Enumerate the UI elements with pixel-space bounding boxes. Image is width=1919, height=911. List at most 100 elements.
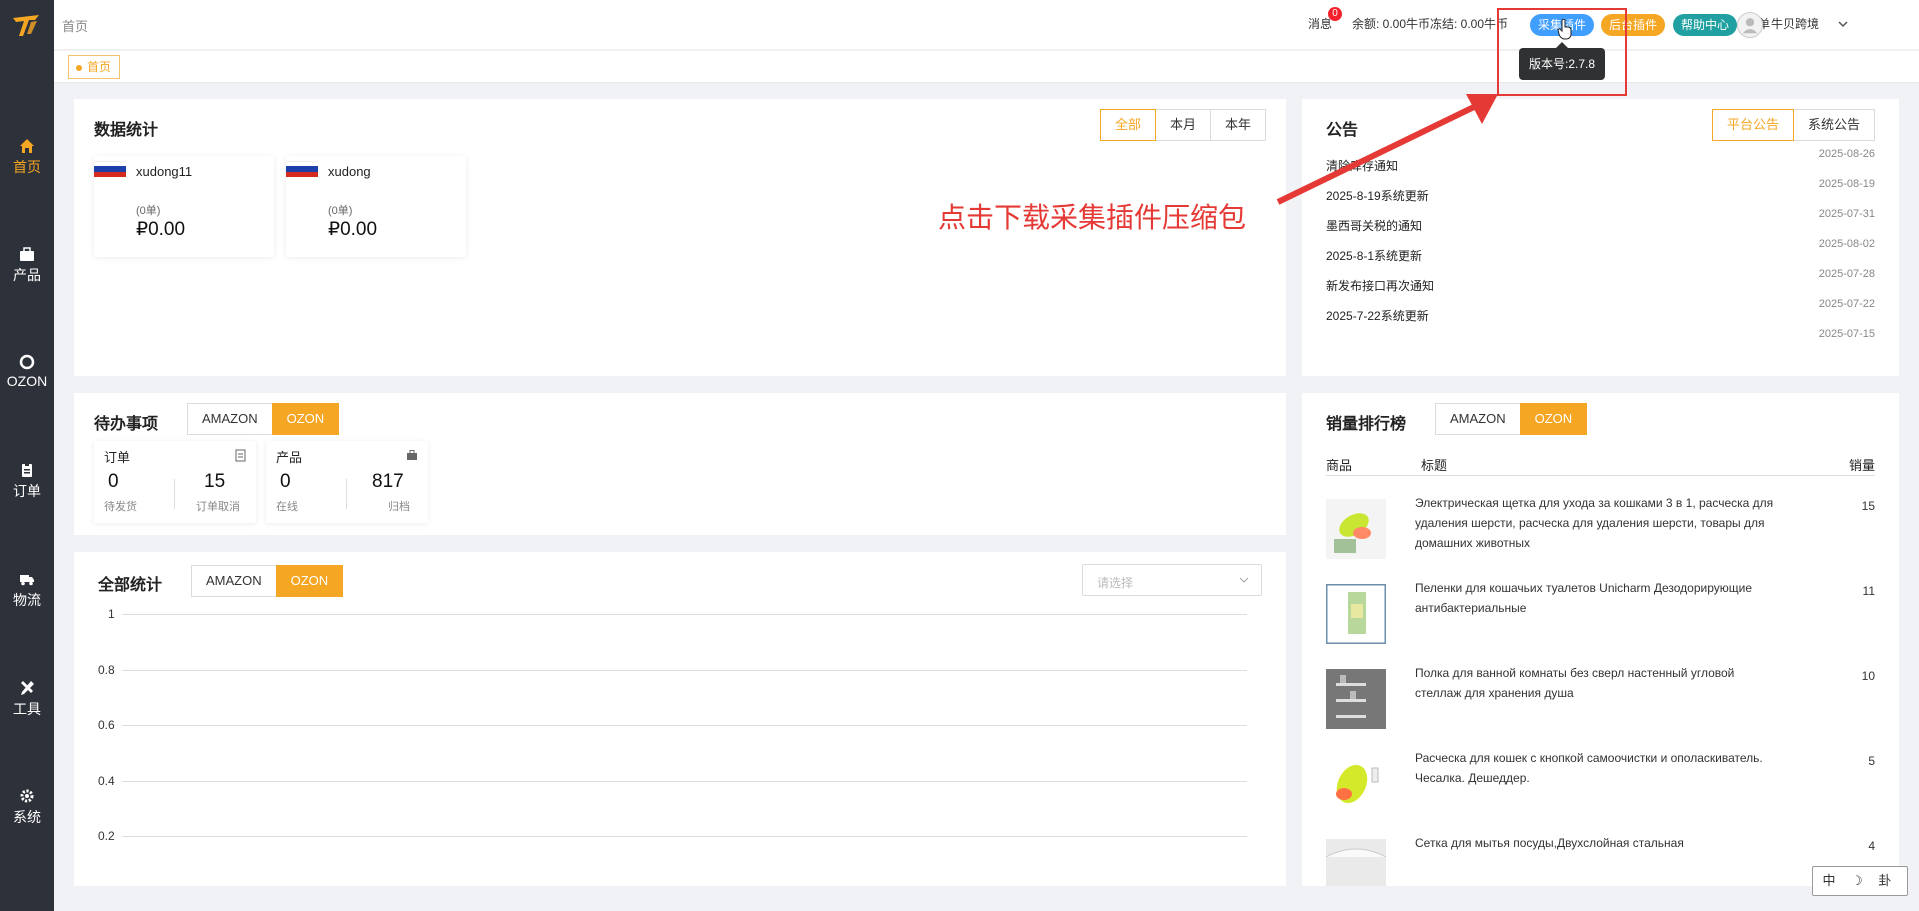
ozon-icon	[19, 354, 35, 370]
tab-amazon[interactable]: AMAZON	[187, 403, 273, 435]
shop-order-count: (0单)	[328, 205, 353, 217]
clipboard-icon	[22, 463, 32, 477]
all-stats-title: 全部统计	[98, 577, 163, 594]
y-tick-label: 1	[108, 607, 115, 621]
briefcase-icon	[20, 247, 34, 261]
product-title[interactable]: Расческа для кошек с кнопкой самоочистки…	[1415, 748, 1775, 788]
shelf-image-icon	[1326, 669, 1386, 729]
sidebar-item-order[interactable]: 订单	[0, 462, 54, 501]
todo-label: 待发货	[104, 501, 137, 513]
russia-flag-icon	[94, 161, 126, 177]
annotation-text: 点击下载采集插件压缩包	[938, 202, 1247, 233]
ime-toolbar[interactable]: 中 ☽ 卦	[1812, 866, 1908, 896]
notice-item[interactable]: 墨西哥关税的通知	[1326, 217, 1422, 234]
shop-card[interactable]: xudong (0单) ₽0.00	[286, 156, 466, 257]
todo-value: 15	[204, 471, 226, 492]
filter-year[interactable]: 本年	[1209, 109, 1266, 141]
mesh-image-icon	[1326, 839, 1386, 886]
notice-item[interactable]: 2025-8-1系统更新	[1326, 247, 1422, 264]
sidebar-item-product[interactable]: 产品	[0, 246, 54, 285]
russia-flag-icon	[286, 161, 318, 177]
user-name[interactable]: 牛贝跨境	[1771, 15, 1819, 32]
table-row[interactable]: Пеленки для кошачьих туалетов Unicharm Д…	[1302, 581, 1899, 654]
sidebar-item-label: 系统	[13, 809, 41, 825]
tab-ozon[interactable]: OZON	[1519, 403, 1588, 435]
y-tick-label: 0.2	[98, 829, 115, 843]
product-title[interactable]: Сетка для мытья посуды,Двухслойная сталь…	[1415, 833, 1775, 853]
todo-card-title: 订单	[104, 450, 131, 465]
sidebar-item-label: 首页	[13, 159, 41, 175]
shop-order-count: (0单)	[136, 205, 161, 217]
tab-amazon[interactable]: AMAZON	[191, 565, 277, 597]
brush-image-icon	[1326, 499, 1386, 559]
product-thumbnail[interactable]	[1326, 754, 1386, 814]
stats-title: 数据统计	[94, 122, 159, 139]
product-thumbnail[interactable]	[1326, 499, 1386, 559]
y-tick-label: 0.8	[98, 662, 115, 677]
table-row[interactable]: Расческа для кошек с кнопкой самоочистки…	[1302, 751, 1899, 824]
notice-item[interactable]: 新发布接口再次通知	[1326, 277, 1434, 294]
breadcrumb[interactable]: 首页	[62, 16, 88, 35]
gridline	[122, 780, 1247, 782]
shop-amount: ₽0.00	[328, 219, 378, 240]
todo-card-products[interactable]: 产品 0 在线 817 归档	[266, 441, 428, 523]
divider	[174, 479, 175, 509]
product-thumbnail[interactable]	[1326, 839, 1386, 886]
document-icon	[235, 449, 246, 462]
ranking-panel: 销量排行榜 AMAZON OZON 商品 标题 销量 Электрическая…	[1302, 393, 1899, 886]
sidebar-item-home[interactable]: 首页	[0, 138, 54, 177]
notice-date: 2025-07-28	[1818, 268, 1875, 280]
todo-value: 817	[372, 471, 404, 492]
chevron-down-icon[interactable]	[1838, 20, 1848, 28]
avatar[interactable]	[1737, 12, 1763, 38]
filter-month[interactable]: 本月	[1154, 109, 1211, 141]
sidebar-item-ozon[interactable]: OZON	[0, 354, 54, 389]
chevron-down-icon	[1239, 577, 1249, 583]
sidebar-item-tools[interactable]: 工具	[0, 680, 54, 719]
column-header-title: 标题	[1421, 458, 1448, 473]
shop-name: xudong11	[136, 164, 193, 179]
notice-date: 2025-08-02	[1818, 238, 1875, 250]
todo-card-orders[interactable]: 订单 0 待发货 15 订单取消	[94, 441, 256, 523]
shop-select[interactable]: 请选择	[1082, 564, 1262, 596]
table-row[interactable]: Полка для ванной комнаты без сверл насте…	[1302, 666, 1899, 739]
product-thumbnail[interactable]	[1326, 669, 1386, 729]
todo-label: 归档	[388, 501, 410, 513]
select-placeholder: 请选择	[1097, 576, 1134, 590]
notice-date: 2025-07-31	[1818, 208, 1875, 220]
notice-item[interactable]: 2025-7-22系统更新	[1326, 307, 1429, 324]
tab-amazon[interactable]: AMAZON	[1435, 403, 1521, 435]
gridline	[122, 836, 1247, 837]
notice-date: 2025-08-26	[1818, 148, 1875, 160]
shop-amount: ₽0.00	[136, 219, 186, 240]
help-center-button[interactable]: 帮助中心	[1673, 14, 1738, 36]
todo-tab-group: AMAZON OZON	[187, 403, 340, 435]
sidebar-item-system[interactable]: 系统	[0, 788, 54, 827]
sidebar-item-logistics[interactable]: 物流	[0, 571, 54, 610]
product-sales: 5	[1868, 754, 1875, 768]
y-tick-label: 0.4	[98, 773, 115, 788]
brush-image-icon	[1326, 754, 1386, 814]
y-tick-label: 0.6	[98, 718, 115, 732]
todo-label: 在线	[276, 501, 298, 513]
tab-system-notice[interactable]: 系统公告	[1792, 109, 1875, 141]
brand-logo[interactable]	[11, 12, 43, 40]
product-thumbnail[interactable]	[1326, 584, 1386, 644]
table-row[interactable]: Сетка для мытья посуды,Двухслойная сталь…	[1302, 836, 1899, 886]
tab-home[interactable]: 首页	[68, 55, 121, 79]
product-title[interactable]: Пеленки для кошачьих туалетов Unicharm Д…	[1415, 578, 1775, 618]
notice-tab-group: 平台公告 系统公告	[1711, 109, 1875, 141]
column-header-product: 商品	[1326, 458, 1353, 473]
sidebar-item-label: 物流	[13, 592, 41, 608]
table-row[interactable]: Электрическая щетка для ухода за кошками…	[1302, 496, 1899, 569]
product-title[interactable]: Электрическая щетка для ухода за кошками…	[1415, 493, 1775, 553]
tab-ozon[interactable]: OZON	[275, 565, 344, 597]
tab-ozon[interactable]: OZON	[271, 403, 340, 435]
tab-platform-notice[interactable]: 平台公告	[1711, 109, 1794, 141]
gridline	[122, 669, 1247, 671]
version-tooltip: 版本号:2.7.8	[1519, 42, 1605, 80]
shop-card[interactable]: xudong11 (0单) ₽0.00	[94, 156, 274, 257]
balance-text: 余额: 0.00牛币	[1352, 17, 1431, 31]
filter-all[interactable]: 全部	[1099, 109, 1156, 141]
product-title[interactable]: Полка для ванной комнаты без сверл насте…	[1415, 663, 1775, 703]
